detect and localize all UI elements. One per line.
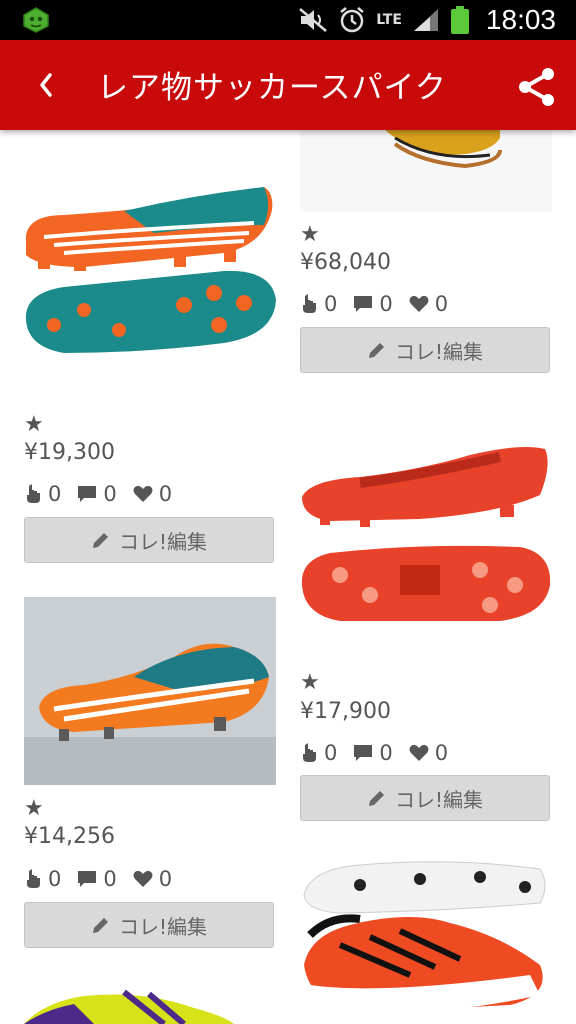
back-icon[interactable]	[30, 60, 70, 110]
signal-icon	[413, 9, 438, 31]
item-stats: 0 0 0	[24, 482, 188, 506]
item-stats: 0 0 0	[300, 741, 464, 765]
heart-count: 0	[158, 482, 173, 506]
product-image[interactable]	[300, 855, 552, 1024]
pencil-icon	[92, 918, 108, 933]
rating-star: ★	[24, 412, 44, 437]
network-type-label: LTE	[376, 12, 402, 28]
like-count: 0	[324, 292, 338, 316]
heart-count: 0	[434, 741, 449, 765]
product-price: ¥17,900	[300, 699, 391, 724]
product-price: ¥14,256	[24, 824, 115, 849]
heart-count: 0	[158, 867, 173, 891]
status-bar: LTE 18:03	[0, 0, 576, 40]
comment-icon[interactable]	[77, 485, 97, 503]
comment-icon[interactable]	[353, 744, 373, 762]
comment-count: 0	[379, 741, 393, 765]
pencil-icon	[368, 791, 384, 806]
product-image[interactable]	[300, 435, 552, 635]
edit-button[interactable]: コレ!編集	[24, 517, 274, 563]
mute-icon	[299, 8, 328, 32]
heart-count: 0	[434, 292, 449, 316]
page-title: レア物サッカースパイク	[97, 70, 447, 106]
product-image[interactable]	[24, 175, 276, 370]
edit-button-label: コレ!編集	[118, 529, 208, 554]
heart-icon[interactable]	[133, 485, 153, 503]
comment-icon[interactable]	[353, 295, 373, 313]
comment-count: 0	[103, 867, 117, 891]
product-grid[interactable]: ★ ¥68,040 0 0 0 コレ!編集 ★ ¥19,300 0 0 0 コレ…	[0, 130, 576, 1024]
hand-icon[interactable]	[24, 869, 42, 889]
share-icon[interactable]	[516, 66, 558, 108]
pencil-icon	[368, 343, 384, 358]
hand-icon[interactable]	[300, 743, 318, 763]
rating-star: ★	[300, 670, 320, 695]
edit-button-label: コレ!編集	[394, 339, 484, 364]
heart-icon[interactable]	[133, 870, 153, 888]
alarm-icon	[340, 7, 364, 33]
product-image[interactable]	[24, 982, 276, 1024]
pencil-icon	[92, 533, 108, 548]
item-stats: 0 0 0	[24, 867, 188, 891]
status-time: 18:03	[485, 4, 556, 35]
app-notification-icon	[23, 7, 49, 33]
product-image[interactable]	[300, 130, 552, 212]
comment-count: 0	[103, 482, 117, 506]
hand-icon[interactable]	[300, 294, 318, 314]
rating-star: ★	[300, 222, 320, 247]
edit-button[interactable]: コレ!編集	[300, 775, 550, 821]
edit-button-label: コレ!編集	[394, 787, 484, 812]
edit-button-label: コレ!編集	[118, 914, 208, 939]
comment-count: 0	[379, 292, 393, 316]
heart-icon[interactable]	[409, 744, 429, 762]
heart-icon[interactable]	[409, 295, 429, 313]
like-count: 0	[48, 867, 62, 891]
like-count: 0	[324, 741, 338, 765]
comment-icon[interactable]	[77, 870, 97, 888]
product-image[interactable]	[24, 597, 276, 785]
product-price: ¥19,300	[24, 440, 115, 465]
rating-star: ★	[24, 796, 44, 821]
app-bar: レア物サッカースパイク	[0, 40, 576, 130]
battery-icon	[450, 6, 469, 34]
product-price: ¥68,040	[300, 250, 391, 275]
edit-button[interactable]: コレ!編集	[300, 327, 550, 373]
hand-icon[interactable]	[24, 484, 42, 504]
like-count: 0	[48, 482, 62, 506]
edit-button[interactable]: コレ!編集	[24, 902, 274, 948]
item-stats: 0 0 0	[300, 292, 464, 316]
